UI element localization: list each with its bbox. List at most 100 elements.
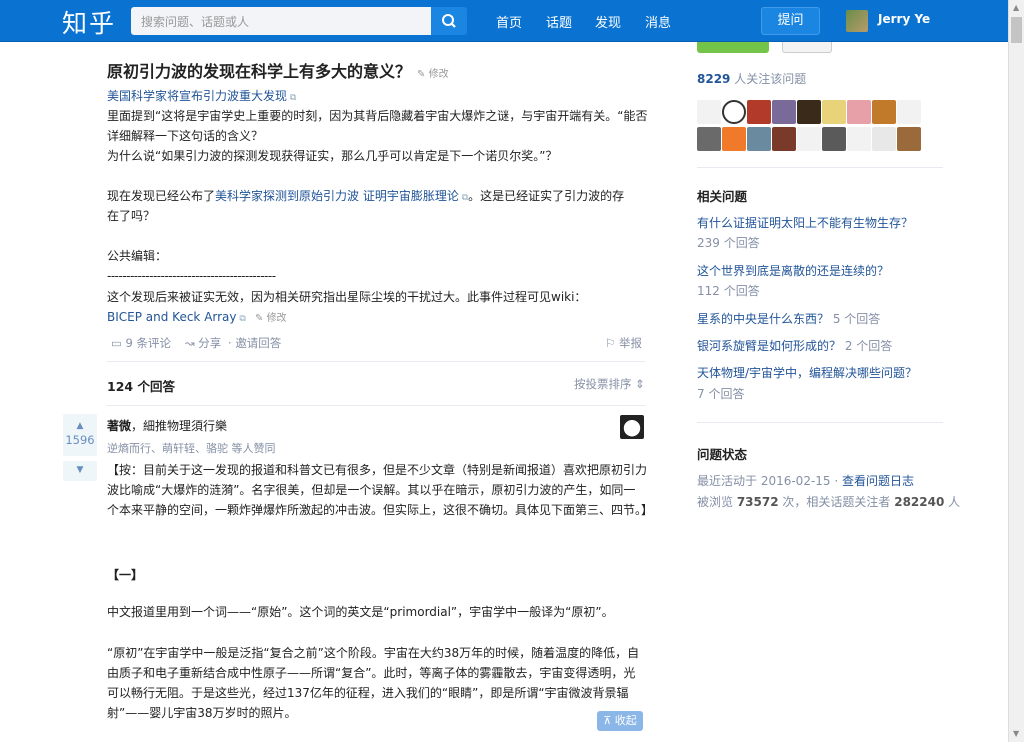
source-link-line: 美国科学家将宣布引力波重大发现 ⧉	[107, 86, 296, 108]
topic-followers-count: 282240	[894, 495, 945, 509]
wiki-link[interactable]: BICEP and Keck Array	[107, 310, 237, 324]
related-title: 相关问题	[697, 189, 748, 204]
last-activity-text: 最近活动于 2016-02-15 ·	[697, 474, 842, 488]
scroll-up-icon[interactable]: ▲	[1013, 3, 1019, 12]
follower-avatar[interactable]	[897, 100, 921, 124]
divider	[107, 405, 645, 406]
body-text: 。这是已经证实了引力波的存	[468, 189, 625, 203]
author-name[interactable]: 著微	[107, 419, 131, 433]
author-avatar[interactable]	[620, 415, 644, 439]
follower-avatar[interactable]	[872, 127, 896, 151]
follower-avatar[interactable]	[697, 127, 721, 151]
downvote-button[interactable]: ▼	[63, 461, 97, 481]
edit-label: 修改	[266, 313, 287, 324]
view-stats: 被浏览 73572 次，相关话题关注者 282240 人	[697, 493, 960, 510]
source-link[interactable]: 美国科学家将宣布引力波重大发现	[107, 89, 287, 103]
follower-avatar[interactable]	[697, 100, 721, 124]
divider	[697, 422, 943, 423]
related-question-link[interactable]: 银河系旋臂是如何形成的？	[697, 339, 841, 353]
ask-button[interactable]: 提问	[761, 7, 820, 35]
nav-home[interactable]: 首页	[496, 12, 522, 31]
divider	[697, 167, 943, 168]
share-link[interactable]: ↝ 分享	[185, 335, 221, 351]
follower-avatar[interactable]	[722, 100, 746, 124]
flag-icon: ⚐	[605, 336, 616, 350]
search-icon	[442, 14, 456, 28]
question-body-line1: 里面提到“这将是宇宙学史上重要的时刻，因为其背后隐藏着宇宙大爆炸之谜，与宇宙开端…	[107, 109, 648, 123]
divider	[107, 361, 645, 362]
follower-avatar[interactable]	[822, 100, 846, 124]
follower-avatar[interactable]	[772, 127, 796, 151]
follower-avatar[interactable]	[847, 127, 871, 151]
follower-avatar[interactable]	[847, 100, 871, 124]
edit-title-link[interactable]: ✎ 修改	[417, 69, 449, 80]
comments-count: 9 条评论	[125, 336, 172, 350]
upvote-button[interactable]: ▲ 1596	[63, 414, 97, 456]
nav-explore[interactable]: 发现	[595, 12, 621, 31]
followers-count[interactable]: 8229	[697, 72, 730, 86]
search-button[interactable]	[431, 7, 467, 35]
report-link[interactable]: ⚐ 举报	[605, 335, 642, 351]
stats-text: 被浏览	[697, 495, 737, 509]
related-answers-count: 239 个回答	[697, 236, 760, 250]
sort-label: 按投票排序	[574, 377, 632, 391]
follower-avatar[interactable]	[797, 100, 821, 124]
voters-list[interactable]: 逆熵而行、萌轩轾、骆驼 等人赞同	[107, 440, 276, 456]
external-link-icon: ⧉	[458, 193, 469, 203]
follower-avatar[interactable]	[772, 100, 796, 124]
answers-count: 124 个回答	[107, 379, 175, 394]
followers-avatars	[697, 100, 932, 152]
follower-avatar[interactable]	[872, 100, 896, 124]
upvote-icon: ▲	[76, 421, 84, 431]
related-answers-count: 112 个回答	[697, 284, 760, 298]
related-question-link[interactable]: 天体物理/宇宙学中，编程解决哪些问题？	[697, 366, 917, 380]
follower-avatar[interactable]	[747, 127, 771, 151]
report-label: 举报	[618, 336, 642, 350]
related-item-1: 有什么证据证明太阳上不能有生物生存？	[697, 214, 913, 231]
comments-link[interactable]: ▭ 9 条评论	[111, 335, 171, 351]
answer-author-line: 著微，細推物理須行樂	[107, 417, 227, 434]
related-answers-count: 2 个回答	[844, 339, 893, 353]
related-item-4: 银河系旋臂是如何形成的？ 2 个回答	[697, 337, 892, 354]
related-question-link[interactable]: 有什么证据证明太阳上不能有生物生存？	[697, 216, 913, 230]
search-input[interactable]: 搜索问题、话题或人	[131, 7, 431, 35]
related-question-link[interactable]: 星系的中央是什么东西？	[697, 312, 829, 326]
edit-label: 修改	[428, 69, 449, 80]
follower-avatar[interactable]	[722, 127, 746, 151]
question-body-line2: 详细解释一下这句话的含义？	[107, 129, 264, 143]
share-label: 分享	[198, 336, 222, 350]
scrollbar-thumb[interactable]	[1011, 17, 1022, 43]
related-item-5: 天体物理/宇宙学中，编程解决哪些问题？	[697, 364, 917, 381]
top-navbar: 知乎 搜索问题、话题或人 首页 话题 发现 消息 提问 Jerry Ye	[0, 0, 1008, 42]
sort-dropdown[interactable]: 按投票排序 ⇕	[574, 376, 645, 392]
answer-paragraph-2: 中文报道里用到一个词——“原始”。这个词的英文是“primordial”，宇宙学…	[107, 605, 614, 619]
sort-icon: ⇕	[635, 377, 645, 391]
question-title: 原初引力波的发现在科学上有多大的意义？ ✎ 修改	[107, 58, 449, 82]
edit-body-link[interactable]: ✎ 修改	[252, 313, 287, 324]
user-avatar[interactable]	[846, 10, 868, 32]
invite-link[interactable]: · 邀请回答	[228, 335, 281, 351]
news-link[interactable]: 美科学家探测到原始引力波 证明宇宙膨胀理论	[215, 189, 459, 203]
related-answers-count: 7 个回答	[697, 387, 745, 401]
answer-paragraph-1: 【按：目前关于这一发现的报道和科普文已有很多，但是不少文章（特别是新闻报道）喜欢…	[107, 463, 654, 517]
zhihu-logo[interactable]: 知乎	[62, 4, 116, 40]
related-question-link[interactable]: 这个世界到底是离散的还是连续的？	[697, 264, 889, 278]
nav-messages[interactable]: 消息	[645, 12, 671, 31]
body-text: 现在发现已经公布了	[107, 189, 216, 203]
vote-count: 1596	[65, 433, 95, 447]
scrollbar[interactable]: ▲ ▼	[1008, 0, 1024, 742]
follower-avatar[interactable]	[822, 127, 846, 151]
question-body-line3: 为什么说“如果引力波的探测发现获得证实，那么几乎可以肯定是下一个诺贝尔奖。”？	[107, 149, 558, 163]
collapse-button[interactable]: ⊼ 收起	[597, 711, 643, 731]
scroll-down-icon[interactable]: ▼	[1013, 729, 1019, 738]
question-log-link[interactable]: 查看问题日志	[842, 474, 914, 488]
follower-avatar[interactable]	[797, 127, 821, 151]
nav-topics[interactable]: 话题	[546, 12, 572, 31]
follower-avatar[interactable]	[897, 127, 921, 151]
related-answers-count: 5 个回答	[832, 312, 881, 326]
external-link-icon: ⧉	[236, 314, 246, 324]
follower-avatar[interactable]	[747, 100, 771, 124]
question-title-text: 原初引力波的发现在科学上有多大的意义？	[107, 62, 412, 81]
username[interactable]: Jerry Ye	[878, 12, 930, 26]
followers-label: 人关注该问题	[730, 72, 807, 86]
